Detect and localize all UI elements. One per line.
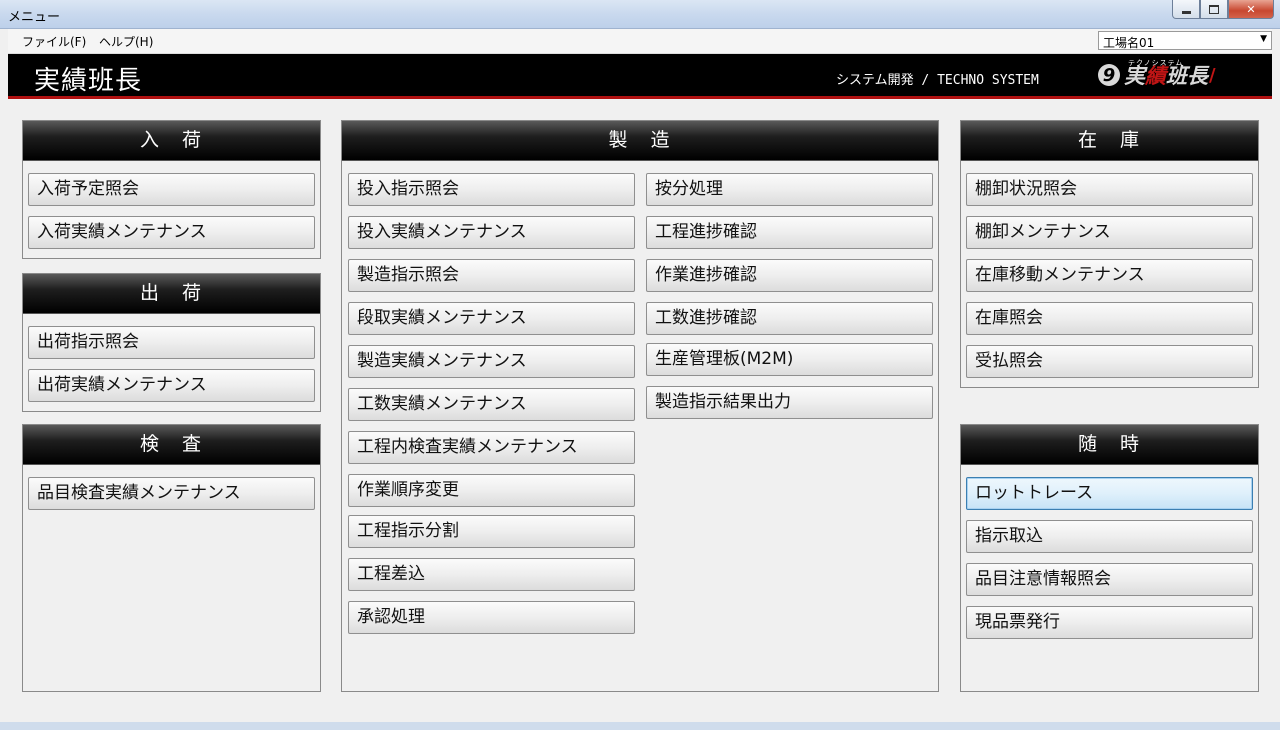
- minimize-icon: [1181, 10, 1191, 14]
- close-icon: ✕: [1246, 2, 1256, 16]
- menu-button[interactable]: 段取実績メンテナンス: [348, 302, 635, 335]
- maximize-button[interactable]: [1200, 0, 1228, 19]
- menu-button[interactable]: 品目検査実績メンテナンス: [28, 477, 315, 510]
- panel-title: 製 造: [342, 121, 938, 161]
- app-logo: 9 テクノシステム 実績班長 /: [1098, 59, 1216, 90]
- menu-file[interactable]: ファイル(F): [22, 33, 86, 50]
- maximize-icon: [1209, 4, 1219, 14]
- menu-button[interactable]: 生産管理板(M2M): [646, 343, 933, 376]
- menu-button[interactable]: 製造実績メンテナンス: [348, 345, 635, 378]
- menu-button[interactable]: 投入指示照会: [348, 173, 635, 206]
- menu-button[interactable]: 在庫移動メンテナンス: [966, 259, 1253, 292]
- company-name: システム開発 / TECHNO SYSTEM: [836, 73, 1039, 88]
- menu-button[interactable]: 出荷指示照会: [28, 326, 315, 359]
- logo-caption: テクノシステム: [1128, 59, 1184, 67]
- window-controls: ✕: [1172, 0, 1274, 19]
- menu-button[interactable]: 指示取込: [966, 520, 1253, 553]
- menu-button[interactable]: ロットトレース: [966, 477, 1253, 510]
- menu-button[interactable]: 受払照会: [966, 345, 1253, 378]
- menu-button[interactable]: 承認処理: [348, 601, 635, 634]
- close-button[interactable]: ✕: [1228, 0, 1274, 19]
- menu-button[interactable]: 在庫照会: [966, 302, 1253, 335]
- menu-button[interactable]: 棚卸状況照会: [966, 173, 1253, 206]
- menu-button[interactable]: 出荷実績メンテナンス: [28, 369, 315, 402]
- menu-content: 入 荷 入荷予定照会 入荷実績メンテナンス 出 荷 出荷指示照会 出荷実績メンテ…: [8, 99, 1272, 722]
- panel-zuiji: 随 時 ロットトレース 指示取込 品目注意情報照会 現品票発行: [960, 424, 1259, 692]
- menu-button[interactable]: 入荷予定照会: [28, 173, 315, 206]
- panel-title: 随 時: [961, 425, 1258, 465]
- title-bar[interactable]: メニュー ✕: [0, 0, 1280, 29]
- window-title: メニュー: [8, 10, 61, 25]
- factory-select[interactable]: 工場名01 ▼: [1098, 31, 1272, 50]
- menu-button[interactable]: 入荷実績メンテナンス: [28, 216, 315, 249]
- menu-button[interactable]: 工数進捗確認: [646, 302, 933, 335]
- factory-select-value: 工場名01: [1103, 36, 1155, 50]
- menu-button[interactable]: 製造指示照会: [348, 259, 635, 292]
- menu-bar: ファイル(F) ヘルプ(H) 工場名01 ▼: [8, 29, 1272, 54]
- menu-button[interactable]: 製造指示結果出力: [646, 386, 933, 419]
- logo-accent-icon: /: [1209, 64, 1216, 86]
- panel-title: 検 査: [23, 425, 320, 465]
- panel-kensa: 検 査 品目検査実績メンテナンス: [22, 424, 321, 692]
- logo-mark-icon: 9: [1098, 64, 1120, 86]
- panel-shukka: 出 荷 出荷指示照会 出荷実績メンテナンス: [22, 273, 321, 412]
- menu-help[interactable]: ヘルプ(H): [99, 33, 153, 50]
- panel-zaiko: 在 庫 棚卸状況照会 棚卸メンテナンス 在庫移動メンテナンス 在庫照会 受払照会: [960, 120, 1259, 388]
- window-bottom-border: [0, 722, 1280, 730]
- menu-button[interactable]: 投入実績メンテナンス: [348, 216, 635, 249]
- menu-button[interactable]: 工程進捗確認: [646, 216, 933, 249]
- panel-title: 入 荷: [23, 121, 320, 161]
- app-title: 実績班長: [34, 66, 143, 96]
- menu-button[interactable]: 現品票発行: [966, 606, 1253, 639]
- chevron-down-icon: ▼: [1260, 34, 1267, 44]
- menu-button[interactable]: 品目注意情報照会: [966, 563, 1253, 596]
- panel-title: 在 庫: [961, 121, 1258, 161]
- menu-button[interactable]: 工程内検査実績メンテナンス: [348, 431, 635, 464]
- minimize-button[interactable]: [1172, 0, 1200, 19]
- menu-button[interactable]: 按分処理: [646, 173, 933, 206]
- app-window: メニュー ✕ ファイル(F) ヘルプ(H) 工場名01 ▼ 実績班長 システム開…: [0, 0, 1280, 730]
- header-banner: 実績班長 システム開発 / TECHNO SYSTEM 9 テクノシステム 実績…: [8, 54, 1272, 99]
- menu-button[interactable]: 工程指示分割: [348, 515, 635, 548]
- menu-button[interactable]: 工程差込: [348, 558, 635, 591]
- menu-button[interactable]: 棚卸メンテナンス: [966, 216, 1253, 249]
- panel-title: 出 荷: [23, 274, 320, 314]
- panel-nyuka: 入 荷 入荷予定照会 入荷実績メンテナンス: [22, 120, 321, 259]
- panel-seizo: 製 造 投入指示照会 投入実績メンテナンス 製造指示照会 段取実績メンテナンス …: [341, 120, 939, 692]
- menu-button[interactable]: 工数実績メンテナンス: [348, 388, 635, 421]
- menu-button[interactable]: 作業進捗確認: [646, 259, 933, 292]
- menu-button[interactable]: 作業順序変更: [348, 474, 635, 507]
